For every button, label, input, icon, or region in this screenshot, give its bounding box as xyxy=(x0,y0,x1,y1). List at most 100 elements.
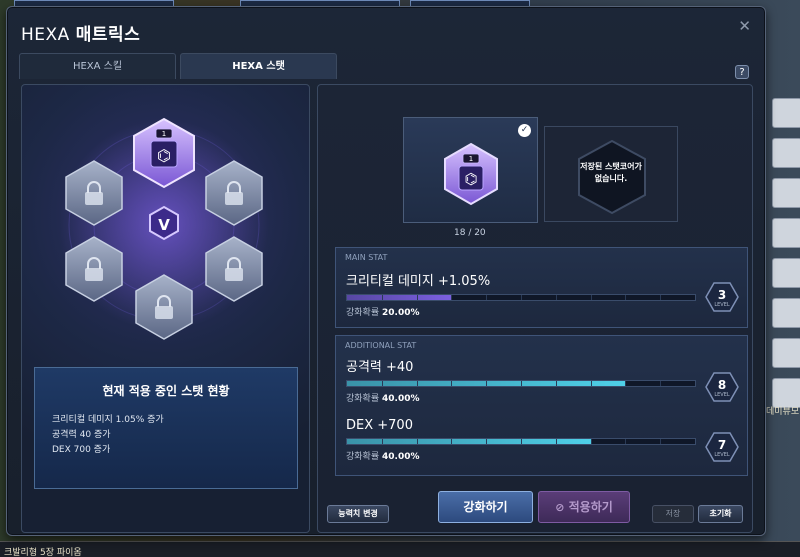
background-label: 데미뷰모 xyxy=(766,407,800,417)
level-label: LEVEL xyxy=(714,392,730,398)
additional-stat-progress-bar xyxy=(346,380,696,387)
current-stats-heading: 현재 적용 중인 스탯 현황 xyxy=(102,384,230,398)
main-stat-level-badge: 3 LEVEL xyxy=(705,282,739,312)
title-main: 매트릭스 xyxy=(75,25,141,45)
inventory-slot[interactable] xyxy=(772,218,800,248)
inventory-slot[interactable] xyxy=(772,298,800,328)
progress-tick xyxy=(416,381,418,386)
progress-tick xyxy=(555,439,557,444)
current-stats-list: 크리티컬 데미지 1.05% 증가 공격력 40 증가 DEX 700 증가 xyxy=(52,413,297,458)
additional-stat-name: DEX +700 xyxy=(346,418,413,433)
current-stat-line: DEX 700 증가 xyxy=(52,445,111,455)
progress-tick xyxy=(625,439,627,444)
additional-stat-probability: 강화확률 40.00% xyxy=(346,449,716,462)
additional-stat-progress-bar xyxy=(346,438,696,445)
tab-hexa-stat[interactable]: HEXA 스탯 xyxy=(180,53,337,79)
active-hex-level: 1 xyxy=(162,130,166,138)
enhance-button[interactable]: 강화하기 xyxy=(438,491,533,523)
progress-tick xyxy=(381,381,383,386)
core-level: 1 xyxy=(469,155,473,163)
additional-stat-level-badge: 7 LEVEL xyxy=(705,432,739,462)
progress-fill xyxy=(347,295,452,300)
progress-tick xyxy=(451,295,453,300)
progress-tick xyxy=(521,381,522,386)
main-stat-box: MAIN STAT 크리티컬 데미지 +1.05% 강화확률 20.00% 3 … xyxy=(335,247,748,328)
tab-hexa-skill[interactable]: HEXA 스킬 xyxy=(19,53,176,79)
progress-tick xyxy=(381,439,383,444)
progress-tick xyxy=(451,439,453,444)
current-stat-line: 크리티컬 데미지 1.05% 증가 xyxy=(52,415,164,425)
core-glyph-icon: ⌬ xyxy=(464,170,477,188)
hex-core-grid: ⌬ 1 V xyxy=(59,117,269,340)
help-button[interactable]: ? xyxy=(735,65,749,79)
current-stats-box: 현재 적용 중인 스탯 현황 크리티컬 데미지 1.05% 증가 공격력 40 … xyxy=(34,367,298,489)
prob-label: 강화확률 xyxy=(346,452,380,462)
stat-panel: ✓ ⌬ 1 저장된 스탯코어가 없습니다. 18 / 20 MAIN STAT xyxy=(317,84,753,533)
additional-stat-box: ADDITIONAL STAT 공격력 +40 강화확률 40.00% 8 LE… xyxy=(335,335,748,476)
check-circle-icon: ⊘ xyxy=(555,501,565,514)
inventory-slot[interactable] xyxy=(772,138,800,168)
core-counter: 18 / 20 xyxy=(454,228,486,238)
close-icon[interactable]: ✕ xyxy=(738,17,751,35)
main-stat-name: 크리티컬 데미지 +1.05% xyxy=(346,274,491,289)
window-title: HEXA 매트릭스 xyxy=(21,20,140,45)
current-stat-line: 공격력 40 증가 xyxy=(52,430,111,440)
progress-tick xyxy=(521,295,522,300)
main-stat-progress-bar xyxy=(346,294,696,301)
progress-tick xyxy=(451,381,453,386)
progress-tick xyxy=(521,439,522,444)
progress-tick xyxy=(590,295,592,300)
progress-tick xyxy=(660,295,662,300)
progress-tick xyxy=(555,381,557,386)
additional-stat-row: DEX +700 강화확률 40.00% xyxy=(346,418,716,462)
saved-core-message: 저장된 스탯코어가 없습니다. xyxy=(545,161,677,185)
level-label: LEVEL xyxy=(714,302,730,308)
inventory-slot[interactable] xyxy=(772,258,800,288)
additional-stat-level-badge: 8 LEVEL xyxy=(705,372,739,402)
apply-button[interactable]: ⊘ 적용하기 xyxy=(538,491,630,523)
bottom-status-bar: 크발리형 5장 파이옴 xyxy=(0,541,800,557)
progress-tick xyxy=(381,295,383,300)
progress-fill xyxy=(347,439,591,444)
prob-label: 강화확률 xyxy=(346,394,380,404)
additional-stat-name: 공격력 +40 xyxy=(346,360,414,375)
core-glyph-icon: ⌬ xyxy=(157,146,171,165)
prob-value: 20.00% xyxy=(382,308,420,318)
progress-tick xyxy=(590,381,592,386)
progress-tick xyxy=(625,381,627,386)
svg-text:V: V xyxy=(158,216,170,234)
main-stat-row: 크리티컬 데미지 +1.05% 강화확률 20.00% xyxy=(346,270,716,318)
inventory-slot[interactable] xyxy=(772,338,800,368)
change-ability-button[interactable]: 능력치 변경 xyxy=(327,505,389,523)
progress-tick xyxy=(590,439,592,444)
level-number: 3 xyxy=(717,288,727,302)
saved-core-box[interactable]: 저장된 스탯코어가 없습니다. xyxy=(544,126,678,222)
progress-tick xyxy=(486,295,488,300)
apply-button-label: 적용하기 xyxy=(568,500,613,514)
inventory-slot[interactable] xyxy=(772,98,800,128)
prob-value: 40.00% xyxy=(382,394,420,404)
save-button[interactable]: 저장 xyxy=(652,505,694,523)
selected-core-box[interactable]: ✓ ⌬ 1 xyxy=(403,117,538,223)
prob-label: 강화확률 xyxy=(346,308,380,318)
main-stat-probability: 강화확률 20.00% xyxy=(346,305,716,318)
bottom-status-text: 크발리형 5장 파이옴 xyxy=(4,548,82,557)
hexa-core-panel: ⌬ 1 V 현재 적용 중인 스탯 현황 크리티컬 데미지 1.05% 증가 공… xyxy=(21,84,310,533)
title-prefix: HEXA xyxy=(21,25,70,45)
additional-stat-probability: 강화확률 40.00% xyxy=(346,391,716,404)
prob-value: 40.00% xyxy=(382,452,420,462)
inventory-slot[interactable] xyxy=(772,178,800,208)
progress-tick xyxy=(416,295,418,300)
level-number: 7 xyxy=(717,438,727,452)
main-stat-caption: MAIN STAT xyxy=(345,253,388,262)
additional-stat-row: 공격력 +40 강화확률 40.00% xyxy=(346,356,716,404)
saved-core-line: 없습니다. xyxy=(594,174,628,183)
additional-stat-caption: ADDITIONAL STAT xyxy=(345,341,417,350)
progress-tick xyxy=(486,439,488,444)
hexa-matrix-window: HEXA 매트릭스 ✕ ? HEXA 스킬 HEXA 스탯 ⌬ 1 V 현재 적… xyxy=(6,6,766,536)
progress-tick xyxy=(555,295,557,300)
progress-tick xyxy=(486,381,488,386)
core-hex: ⌬ 1 xyxy=(444,142,498,206)
reset-button[interactable]: 초기화 xyxy=(698,505,743,523)
progress-tick xyxy=(625,295,627,300)
